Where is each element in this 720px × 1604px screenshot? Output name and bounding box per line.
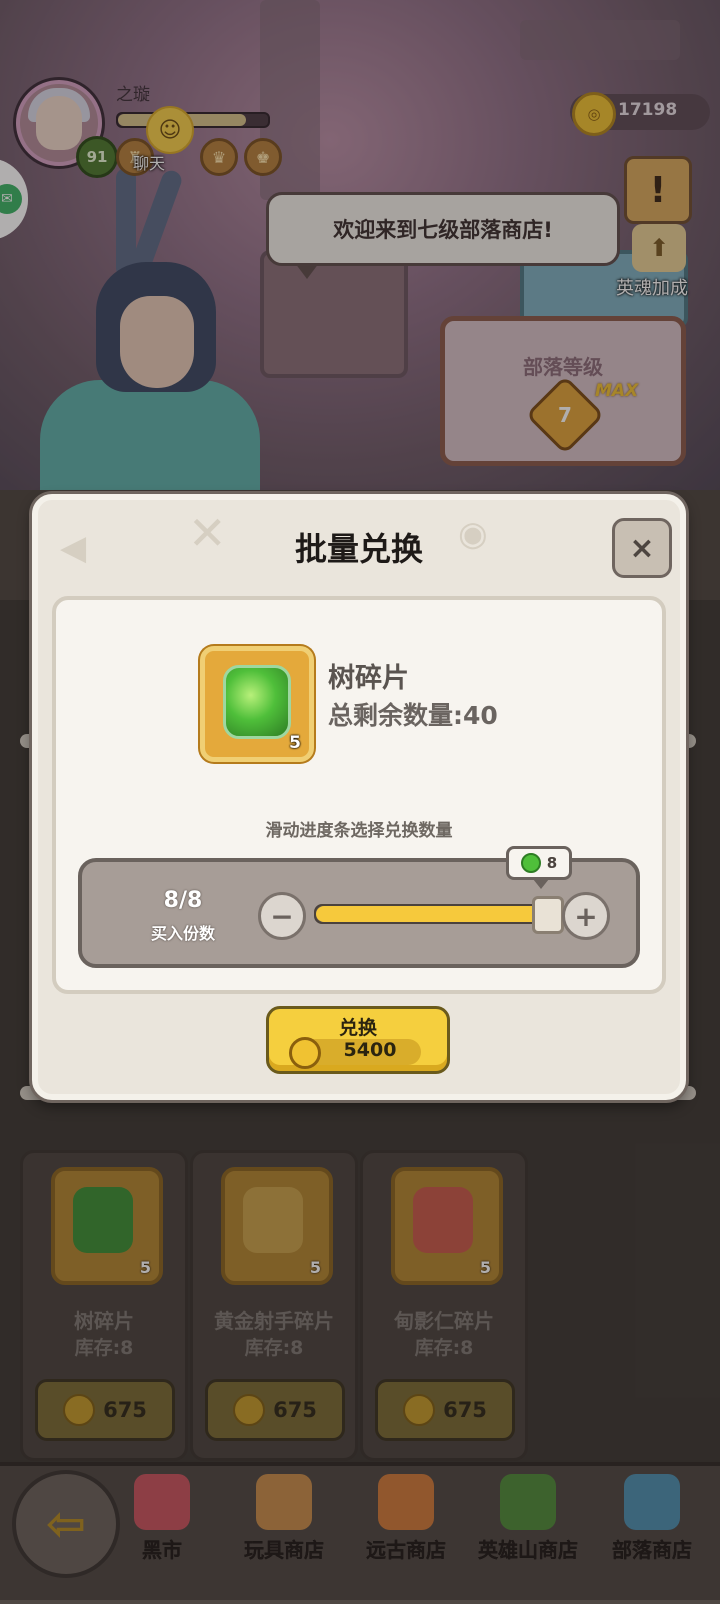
exchange-button[interactable]: 兑换 5400 bbox=[266, 1006, 450, 1074]
exchange-label: 兑换 bbox=[338, 1017, 377, 1039]
dialog-title: 批量兑换 bbox=[294, 530, 423, 568]
batch-exchange-dialog: ◀ ✕ ◉ 批量兑换 × 5 树碎片 总剩余数量:40 滑动进度条选择兑换数量 … bbox=[32, 494, 686, 1100]
item-icon-frame: 5 bbox=[200, 646, 314, 762]
slider-tooltip: 8 bbox=[506, 846, 572, 889]
item-remaining: 总剩余数量:40 bbox=[328, 701, 498, 730]
increase-button[interactable]: + bbox=[562, 892, 610, 940]
decrease-button[interactable]: − bbox=[258, 892, 306, 940]
quantity-slider-box: 8/8 买入份数 − + 8 bbox=[78, 846, 640, 968]
close-icon: × bbox=[629, 530, 655, 566]
close-button[interactable]: × bbox=[612, 518, 672, 578]
minus-icon: − bbox=[270, 899, 294, 933]
selected-quantity-caption: 买入份数 bbox=[150, 924, 215, 943]
item-name: 树碎片 bbox=[328, 663, 409, 694]
slider-fill bbox=[316, 906, 554, 922]
slider-tooltip-value: 8 bbox=[546, 854, 558, 872]
exchange-price: 5400 bbox=[343, 1039, 397, 1061]
exchange-panel: 5 树碎片 总剩余数量:40 滑动进度条选择兑换数量 8/8 买入份数 − + … bbox=[52, 596, 666, 994]
slider-hint: 滑动进度条选择兑换数量 bbox=[265, 821, 453, 841]
coin-icon bbox=[289, 1037, 321, 1069]
quantity-slider-track[interactable] bbox=[314, 904, 556, 924]
selected-quantity: 8/8 bbox=[163, 888, 203, 913]
item-count: 5 bbox=[289, 733, 301, 753]
tree-shard-icon bbox=[223, 665, 291, 739]
tree-shard-mini-icon bbox=[520, 853, 541, 873]
slider-handle[interactable] bbox=[532, 896, 564, 934]
plus-icon: + bbox=[574, 899, 598, 933]
